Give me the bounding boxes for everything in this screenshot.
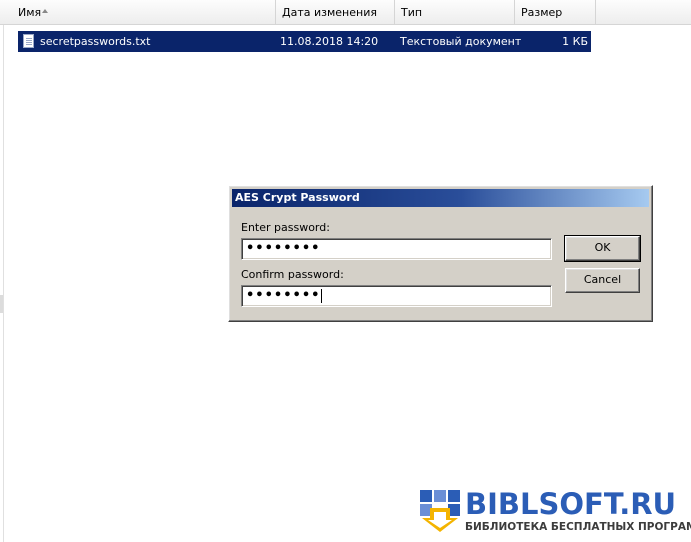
enter-password-label: Enter password: xyxy=(241,221,330,234)
biblsoft-logo-icon xyxy=(420,490,462,532)
text-caret xyxy=(321,288,323,303)
column-header-name-label: Имя xyxy=(18,6,42,19)
file-type: Текстовый документ xyxy=(400,35,522,48)
watermark-title: BIBLSOFT.RU xyxy=(465,487,677,521)
column-header-size-label: Размер xyxy=(521,6,563,19)
column-header-name[interactable]: Имя xyxy=(12,0,276,24)
ok-button[interactable]: OK xyxy=(564,235,641,262)
file-name: secretpasswords.txt xyxy=(40,35,151,48)
column-header-type[interactable]: Тип xyxy=(395,0,515,24)
confirm-password-field[interactable]: •••••••• xyxy=(241,285,552,307)
pane-splitter[interactable] xyxy=(0,295,3,313)
enter-password-field[interactable]: •••••••• xyxy=(241,238,552,260)
enter-password-value: •••••••• xyxy=(246,241,321,256)
column-header-type-label: Тип xyxy=(401,6,423,19)
file-size: 1 КБ xyxy=(562,35,588,48)
file-date: 11.08.2018 14:20 xyxy=(280,35,379,48)
column-header-date[interactable]: Дата изменения xyxy=(276,0,395,24)
confirm-password-label: Confirm password: xyxy=(241,268,344,281)
dialog-title[interactable]: AES Crypt Password xyxy=(232,189,649,207)
cancel-button[interactable]: Cancel xyxy=(565,268,640,293)
aes-crypt-password-dialog: AES Crypt Password Enter password: •••••… xyxy=(228,185,653,322)
watermark-subtitle: БИБЛИОТЕКА БЕСПЛАТНЫХ ПРОГРАММ xyxy=(465,521,691,533)
left-pane-edge xyxy=(0,0,4,542)
sort-ascending-icon xyxy=(42,9,48,13)
file-row-selected[interactable]: secretpasswords.txt 11.08.2018 14:20 Тек… xyxy=(18,31,591,52)
column-header-size[interactable]: Размер xyxy=(515,0,596,24)
text-file-icon xyxy=(23,34,34,48)
file-list-header: Имя Дата изменения Тип Размер xyxy=(0,0,691,25)
column-header-date-label: Дата изменения xyxy=(282,6,377,19)
confirm-password-value: •••••••• xyxy=(246,288,321,303)
